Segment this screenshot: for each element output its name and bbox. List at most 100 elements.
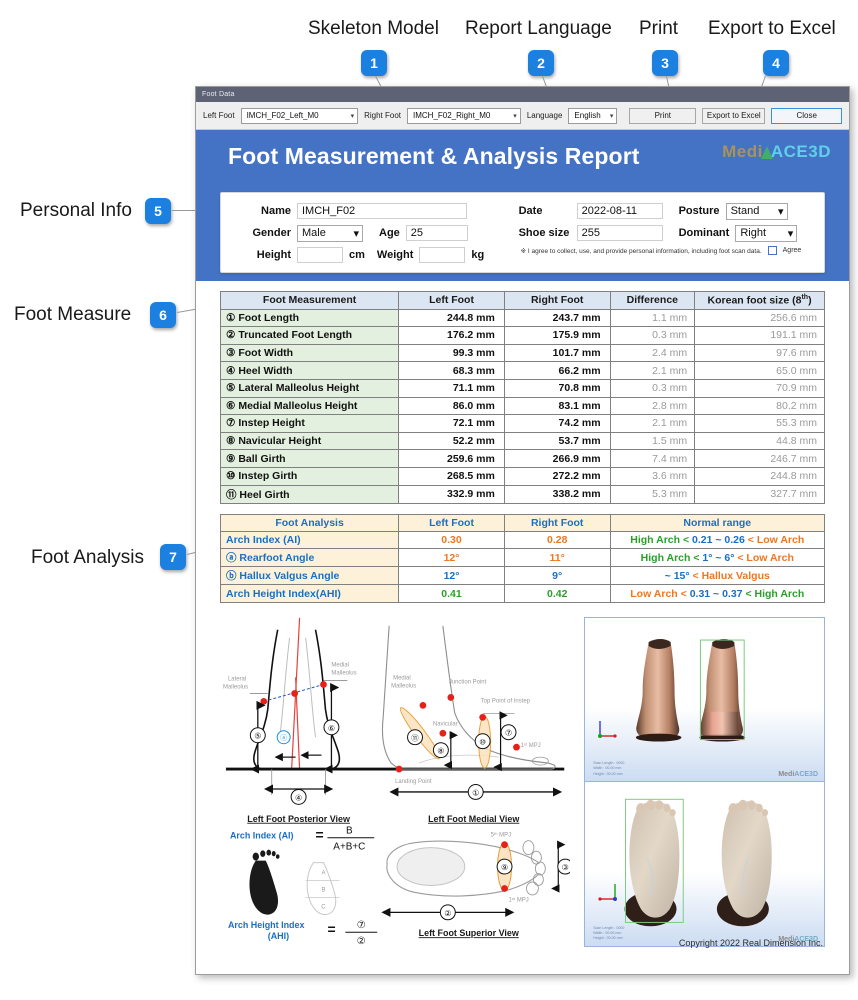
right-foot-value: 338.2 mm	[503, 484, 611, 504]
analysis-index: ⓑ	[226, 570, 237, 583]
korean-size-value: 70.9 mm	[694, 378, 825, 398]
annotation-label-2: Report Language	[465, 18, 612, 39]
measurement-name: ⑦ Instep Height	[219, 414, 400, 433]
left-foot-value: 244.8 mm	[398, 308, 505, 328]
left-foot-value: 52.2 mm	[398, 431, 505, 451]
foot-measurement-section: Foot Measurement Left Foot Right Foot Di…	[219, 291, 825, 504]
scan-watermark-posterior: MediACE3D	[778, 771, 818, 779]
mediace3d-logo: Medi ACE3D	[722, 142, 831, 162]
language-label: Language	[526, 111, 563, 120]
language-select[interactable]: English ▾	[568, 107, 618, 124]
korean-size-value: 256.6 mm	[694, 308, 825, 328]
left-foot-value: 68.3 mm	[398, 361, 505, 380]
language-value: English	[574, 111, 601, 120]
measurement-name: ⑤ Lateral Malleolus Height	[219, 378, 400, 398]
left-foot-value: 12°	[398, 566, 505, 586]
logo-triangle-icon	[760, 146, 773, 159]
annotation-badge-2: 2	[528, 50, 554, 76]
right-foot-value: 266.9 mm	[503, 449, 611, 468]
measurement-label: Truncated Foot Length	[238, 329, 353, 342]
height-field[interactable]	[297, 247, 343, 263]
svg-text:Navicular: Navicular	[433, 721, 458, 727]
measurement-index: ⑧	[226, 435, 236, 448]
left-foot-value: 268.5 mm	[398, 466, 505, 486]
annotation-label-4: Export to Excel	[708, 18, 836, 39]
gender-select[interactable]: Male ▾	[297, 224, 363, 242]
svg-text:Left Foot Posterior View: Left Foot Posterior View	[247, 814, 350, 824]
analysis-label: Arch Index (AI)	[226, 534, 301, 547]
korean-size-value: 97.6 mm	[694, 343, 825, 363]
svg-text:5ᵗʰ MPJ: 5ᵗʰ MPJ	[491, 831, 511, 838]
posture-label: Posture	[678, 205, 720, 217]
difference-value: 5.3 mm	[609, 484, 696, 504]
foot-scan-panel[interactable]: Scan Length : 0000 Width : 00.00 mm Heig…	[584, 616, 825, 947]
name-field[interactable]: IMCH_F02	[297, 203, 467, 219]
report-header: Foot Measurement & Analysis Report Medi A…	[196, 130, 849, 192]
measurement-index: ⑥	[226, 399, 236, 412]
svg-text:③: ③	[562, 863, 569, 872]
right-foot-select[interactable]: IMCH_F02_Right_M0 ▾	[407, 107, 521, 124]
range-part: High Arch <	[640, 551, 703, 564]
scan-plantar-view[interactable]: Scan Length : 0000 Width : 00.00 mm Heig…	[585, 781, 824, 946]
close-button[interactable]: Close	[771, 107, 842, 124]
weight-label: Weight	[376, 249, 414, 261]
posture-select[interactable]: Stand ▾	[725, 202, 788, 220]
weight-field[interactable]	[419, 247, 466, 263]
measurement-label: Ball Girth	[238, 452, 286, 465]
print-button[interactable]: Print	[629, 107, 697, 124]
difference-value: 2.8 mm	[609, 396, 696, 416]
annotation-label-6: Foot Measure	[14, 304, 132, 325]
normal-range-value: ~ 15° < Hallux Valgus	[609, 566, 826, 586]
export-to-excel-button[interactable]: Export to Excel	[702, 107, 766, 124]
annotation-badge-6: 6	[150, 302, 176, 328]
consent-checkbox[interactable]	[767, 246, 777, 255]
svg-text:1ˢᵗ MPJ: 1ˢᵗ MPJ	[509, 896, 529, 903]
name-label: Name	[261, 205, 291, 217]
table-row: ⑪ Heel Girth 332.9 mm 338.2 mm 5.3 mm 327.7 …	[219, 484, 825, 504]
right-foot-value: 66.2 mm	[503, 361, 611, 380]
measurement-index: ②	[226, 329, 236, 342]
measurement-index: ⑪	[226, 488, 237, 501]
chevron-down-icon: ▾	[513, 112, 517, 120]
gender-age-row: Gender Male ▾ Age 25	[235, 222, 511, 244]
left-foot-value: 332.9 mm	[398, 484, 505, 504]
date-label: Date	[518, 205, 543, 217]
svg-text:ⓐ: ⓐ	[280, 734, 287, 742]
col-right-foot: Right Foot	[503, 513, 611, 532]
date-field[interactable]: 2022-08-11	[576, 203, 663, 219]
dominant-label: Dominant	[678, 227, 730, 239]
page-title: Foot Measurement & Analysis Report	[228, 143, 640, 169]
col-right-foot: Right Foot	[503, 291, 611, 310]
range-part: ~ 15°	[664, 569, 690, 582]
svg-text:(AHI): (AHI)	[268, 931, 289, 941]
svg-text:⑧: ⑧	[437, 746, 444, 755]
foot-analysis-table: Foot Analysis Left Foot Right Foot Norma…	[219, 513, 826, 603]
age-field[interactable]: 25	[405, 225, 468, 241]
shoe-size-field[interactable]: 255	[576, 225, 663, 241]
personal-info-section: Name IMCH_F02 Gender Male ▾ Age 25 Heigh…	[196, 192, 849, 281]
left-foot-select[interactable]: IMCH_F02_Left_M0 ▾	[240, 107, 359, 124]
table-row: ⓑ Hallux Valgus Angle 12° 9° ~ 15° < Hallux…	[219, 566, 826, 586]
analysis-name: ⓑ Hallux Valgus Angle	[219, 566, 400, 586]
weight-unit: kg	[471, 249, 485, 261]
col-left-foot: Left Foot	[398, 291, 505, 310]
measurement-name: ⑪ Heel Girth	[219, 484, 400, 504]
right-foot-value: 11°	[503, 548, 611, 568]
left-foot-value: 86.0 mm	[398, 396, 505, 416]
dominant-select[interactable]: Right ▾	[735, 224, 798, 242]
copyright-text: Copyright 2022 Real Dimension Inc.	[678, 938, 823, 948]
diagram-svg: Lateral Malleolus Medial Malleolus ⑤ ⑥ ⓐ…	[223, 617, 574, 947]
col-left-foot: Left Foot	[398, 513, 505, 532]
right-foot-value: 0.42	[503, 584, 611, 603]
ahi-equation: Arch Height Index (AHI) = ⑦ ②	[228, 920, 378, 947]
annotation-badge-1: 1	[361, 50, 387, 76]
normal-range-value: High Arch < 1° ~ 6° < Low Arch	[609, 548, 826, 568]
annotation-label-7: Foot Analysis	[31, 547, 144, 568]
range-part: 0.21 ~ 0.26	[692, 534, 745, 547]
table-row: ⑤ Lateral Malleolus Height 71.1 mm 70.8 mm…	[219, 378, 825, 398]
difference-value: 1.1 mm	[609, 308, 696, 328]
svg-text:A+B+C: A+B+C	[333, 841, 365, 852]
svg-text:①: ①	[472, 788, 479, 797]
col-normal-range: Normal range	[609, 513, 826, 532]
scan-posterior-view[interactable]: Scan Length : 0000 Width : 00.00 mm Heig…	[585, 617, 824, 782]
